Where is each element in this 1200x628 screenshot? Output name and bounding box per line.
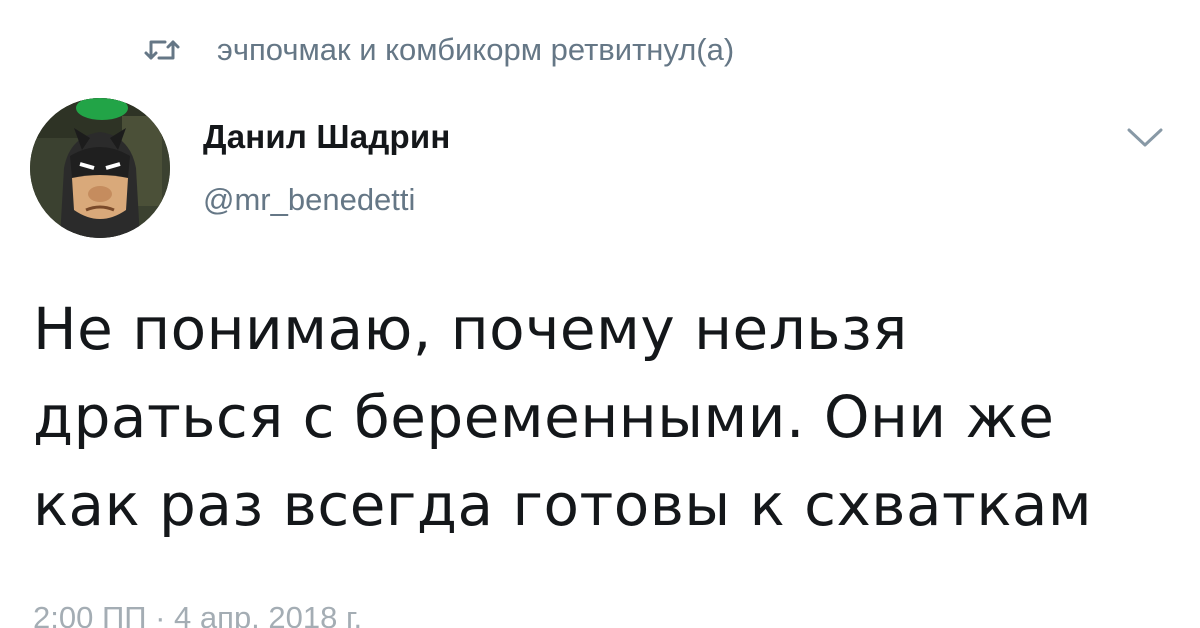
tweet-text-line: Не понимаю, почему нельзя	[33, 295, 908, 363]
retweet-context[interactable]: эчпочмак и комбикорм ретвитнул(а)	[143, 30, 734, 70]
display-name[interactable]: Данил Шадрин	[203, 118, 450, 156]
tweet-text-line: драться с беременными. Они же	[33, 383, 1055, 451]
batman-avatar-icon	[30, 98, 170, 238]
retweet-text: эчпочмак и комбикорм ретвитнул(а)	[217, 32, 735, 67]
chevron-down-icon[interactable]	[1126, 126, 1164, 150]
tweet-card: эчпочмак и комбикорм ретвитнул(а) Данил …	[0, 0, 1200, 628]
retweet-icon	[143, 36, 181, 64]
avatar[interactable]	[30, 98, 170, 238]
tweet-text-line: как раз всегда готовы к схваткам	[33, 471, 1093, 539]
tweet-text: Не понимаю, почему нельзя драться с бере…	[33, 285, 1183, 549]
tweet-timestamp[interactable]: 2:00 ПП · 4 апр. 2018 г.	[33, 600, 362, 628]
user-handle[interactable]: @mr_benedetti	[203, 182, 415, 218]
